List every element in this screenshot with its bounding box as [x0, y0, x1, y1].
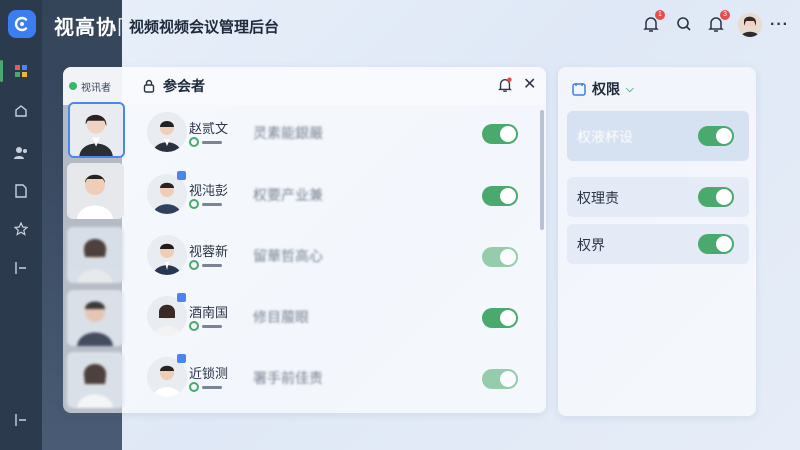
participant-toggle[interactable] — [482, 247, 518, 267]
video-thumbnail[interactable] — [67, 227, 124, 283]
participant-avatar — [147, 112, 187, 152]
participant-role: 权要产业兼 — [253, 187, 323, 203]
viewer-tab[interactable]: 视讯者 — [69, 76, 111, 96]
active-indicator — [0, 60, 3, 82]
files-icon[interactable] — [13, 183, 29, 199]
audio-status — [189, 382, 222, 392]
audio-status — [189, 260, 222, 270]
permissions-panel: 权限 ⌵ 权液杯设 权理责 权界 — [558, 67, 756, 416]
calendar-icon — [572, 83, 586, 96]
close-icon[interactable]: ✕ — [523, 74, 536, 94]
participant-row[interactable]: 酒南国 修目菔眼 — [143, 291, 533, 341]
permission-item[interactable]: 权液杯设 — [567, 111, 749, 161]
permission-toggle[interactable] — [698, 126, 734, 146]
expand-icon[interactable] — [13, 412, 29, 428]
participant-row[interactable]: 赵贰文 灵素能銀嚴 — [143, 107, 533, 157]
video-thumbnail[interactable] — [68, 102, 125, 158]
lock-icon — [143, 79, 155, 93]
permission-label: 权界 — [577, 237, 605, 253]
online-dot-icon — [69, 82, 77, 90]
participant-toggle[interactable] — [482, 186, 518, 206]
host-tag-icon — [177, 354, 186, 363]
panel-bell-icon[interactable] — [497, 77, 513, 93]
host-tag-icon — [177, 171, 186, 180]
video-thumbnails — [63, 100, 127, 413]
search-icon[interactable] — [674, 14, 694, 34]
participant-role: 灵素能銀嚴 — [253, 125, 323, 141]
permissions-title: 权限 — [592, 81, 620, 97]
more-options-icon[interactable]: ··· — [770, 16, 789, 34]
notification-bell-icon[interactable]: 1 — [641, 10, 665, 34]
audio-status — [189, 137, 222, 147]
nav-rail — [0, 0, 42, 450]
participant-toggle[interactable] — [482, 369, 518, 389]
chevron-down-icon: ⌵ — [626, 83, 634, 95]
permission-label: 权理责 — [577, 190, 619, 206]
participant-row[interactable]: 视沌彭 权要产业兼 — [143, 169, 533, 219]
participant-toggle[interactable] — [482, 308, 518, 328]
audio-status — [189, 199, 222, 209]
host-tag-icon — [177, 293, 186, 302]
participant-row[interactable]: 视蓉新 留華哲高心 — [143, 230, 533, 280]
participant-avatar — [147, 296, 187, 336]
participant-avatar — [147, 235, 187, 275]
permission-item[interactable]: 权理责 — [567, 177, 749, 217]
video-thumbnail[interactable] — [67, 290, 124, 346]
notification-badge: 1 — [655, 10, 665, 20]
participant-name: 赵贰文 — [189, 121, 229, 136]
user-avatar[interactable] — [738, 13, 762, 37]
participant-role: 署手前佳责 — [253, 370, 323, 386]
app-logo-icon[interactable] — [8, 10, 36, 38]
audio-status — [189, 321, 222, 331]
collapse-icon[interactable] — [13, 260, 29, 276]
app-title: 视高协同 — [54, 17, 138, 39]
participant-role: 留華哲高心 — [253, 248, 323, 264]
participant-avatar — [147, 174, 187, 214]
video-thumbnail[interactable] — [67, 163, 124, 219]
panel-header: 视讯者 参会者 ✕ — [63, 67, 546, 105]
contacts-icon[interactable] — [13, 145, 29, 161]
permission-label: 权液杯设 — [577, 129, 633, 145]
participant-avatar — [147, 357, 187, 397]
participant-name: 近锁测 — [189, 366, 229, 381]
home-icon[interactable] — [13, 103, 29, 119]
participant-name: 视沌彭 — [189, 183, 229, 198]
permission-toggle[interactable] — [698, 234, 734, 254]
panel-title: 参会者 — [143, 76, 205, 96]
permissions-header[interactable]: 权限 ⌵ — [572, 79, 634, 99]
viewer-tab-label: 视讯者 — [81, 82, 111, 94]
permission-item[interactable]: 权界 — [567, 224, 749, 264]
alert-bell-icon[interactable]: 3 — [706, 10, 730, 34]
participant-name: 酒南国 — [189, 305, 229, 320]
scrollbar[interactable] — [540, 110, 544, 230]
favorites-icon[interactable] — [13, 221, 29, 237]
participant-row[interactable]: 近锁测 署手前佳责 — [143, 352, 533, 402]
participant-toggle[interactable] — [482, 124, 518, 144]
panel-title-text: 参会者 — [163, 78, 205, 94]
participant-role: 修目菔眼 — [253, 309, 309, 325]
page-title: 视频视频会议管理后台 — [129, 19, 280, 36]
alert-badge: 3 — [720, 10, 730, 20]
participant-name: 视蓉新 — [189, 244, 229, 259]
permission-toggle[interactable] — [698, 187, 734, 207]
apps-icon[interactable] — [13, 63, 29, 79]
video-thumbnail[interactable] — [67, 352, 124, 408]
